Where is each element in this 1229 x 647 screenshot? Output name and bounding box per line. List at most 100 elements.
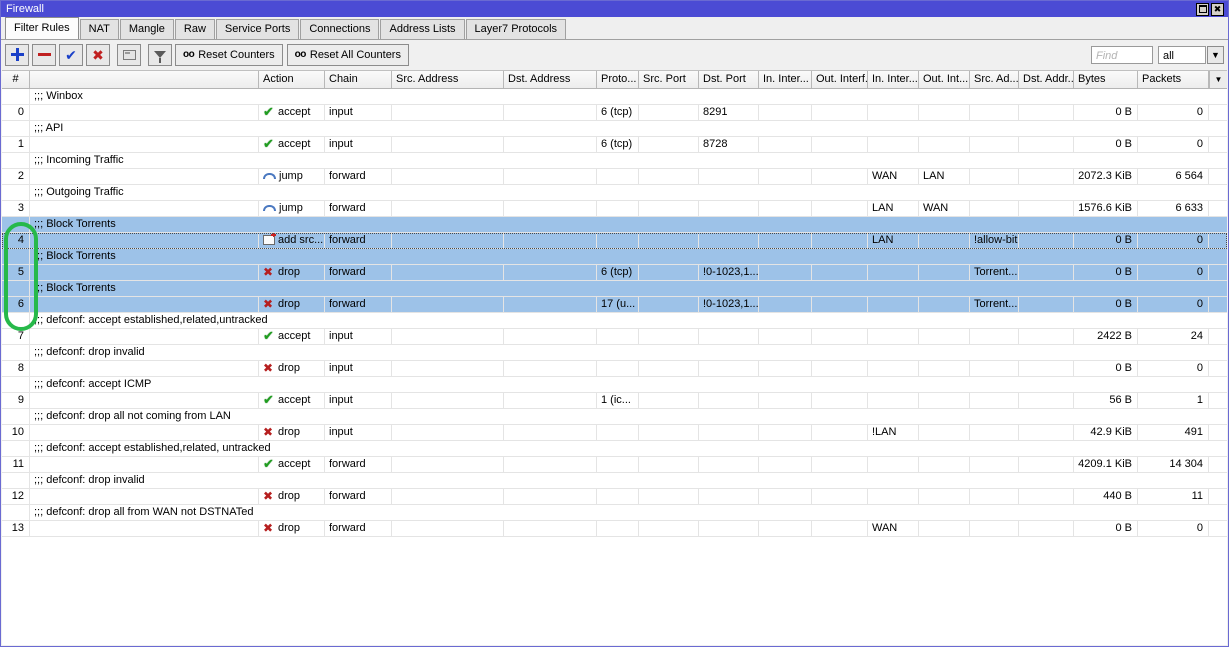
cell-srcport <box>639 329 699 344</box>
column-header-chain[interactable]: Chain <box>325 71 392 88</box>
cell-action: drop <box>259 489 325 504</box>
tab-filter-rules[interactable]: Filter Rules <box>5 17 79 39</box>
table-row[interactable]: 9 accept input 1 (ic... 56 B1 <box>2 393 1227 409</box>
comment-button[interactable] <box>117 43 141 66</box>
action-label: add src... <box>278 234 324 246</box>
accept-icon <box>263 106 275 118</box>
cell-bytes: 0 B <box>1074 105 1138 120</box>
cell-inint <box>759 297 812 312</box>
close-button[interactable]: ✖ <box>1211 2 1224 16</box>
table-row[interactable]: 13 drop forward WAN 0 B0 <box>2 521 1227 537</box>
table-row[interactable]: 5 drop forward 6 (tcp) !0-1023,1... Torrent..… <box>2 265 1227 281</box>
comment-row[interactable]: ;;; Incoming Traffic <box>2 153 1227 169</box>
comment-row[interactable]: ;;; API <box>2 121 1227 137</box>
tab-raw[interactable]: Raw <box>174 19 215 39</box>
column-header-dstadlist[interactable]: Dst. Addr... <box>1019 71 1074 88</box>
cell-num: 11 <box>2 457 30 472</box>
table-row[interactable]: 2 jump forward WAN LAN 2072.3 KiB 6 564 <box>2 169 1227 185</box>
column-header-comment[interactable] <box>30 71 259 88</box>
cell-dstaddr <box>504 457 597 472</box>
table-row[interactable]: 12 drop forward 440 B11 <box>2 489 1227 505</box>
cell-outint <box>812 361 868 376</box>
cell-srcaddr <box>392 105 504 120</box>
remove-button[interactable] <box>32 43 56 66</box>
cell-packets: 6 564 <box>1138 169 1209 184</box>
find-input[interactable]: Find <box>1091 45 1153 64</box>
table-row[interactable]: 11 accept forward 4209.1 KiB14 304 <box>2 457 1227 473</box>
table-row[interactable]: 1 accept input 6 (tcp) 8728 0 B0 <box>2 137 1227 153</box>
table-row[interactable]: 6 drop forward 17 (u... !0-1023,1... Torrent.… <box>2 297 1227 313</box>
column-header-proto[interactable]: Proto... <box>597 71 639 88</box>
add-button[interactable] <box>5 43 29 66</box>
table-row[interactable]: 10 drop input !LAN 42.9 KiB491 <box>2 425 1227 441</box>
cell-bytes: 0 B <box>1074 137 1138 152</box>
column-header-action[interactable]: Action <box>259 71 325 88</box>
comment-row[interactable]: ;;; defconf: drop all not coming from LA… <box>2 409 1227 425</box>
cell-comment <box>30 265 259 280</box>
column-header-dstaddr[interactable]: Dst. Address <box>504 71 597 88</box>
column-header-srcport[interactable]: Src. Port <box>639 71 699 88</box>
cell-action: accept <box>259 137 325 152</box>
cell-dstaddr <box>504 233 597 248</box>
cell-dstport: !0-1023,1... <box>699 297 759 312</box>
cell-packets: 0 <box>1138 137 1209 152</box>
cell-bytes: 4209.1 KiB <box>1074 457 1138 472</box>
table-row[interactable]: 8 drop input 0 B0 <box>2 361 1227 377</box>
column-header-inint[interactable]: In. Inter... <box>759 71 812 88</box>
drop-icon <box>263 522 275 534</box>
cell-comment <box>30 233 259 248</box>
comment-row[interactable]: ;;; defconf: accept ICMP <box>2 377 1227 393</box>
enable-button[interactable]: ✔ <box>59 43 83 66</box>
comment-row[interactable]: ;;; defconf: drop invalid <box>2 473 1227 489</box>
cell-packets: 0 <box>1138 105 1209 120</box>
tab-address-lists[interactable]: Address Lists <box>380 19 465 39</box>
tab-mangle[interactable]: Mangle <box>119 19 174 39</box>
comment-row[interactable]: ;;; defconf: drop all from WAN not DSTNA… <box>2 505 1227 521</box>
tab-connections[interactable]: Connections <box>300 19 380 39</box>
column-header-srcaddr[interactable]: Src. Address <box>392 71 504 88</box>
comment-row[interactable]: ;;; Block Torrents <box>2 281 1227 297</box>
comment-row[interactable]: ;;; Block Torrents <box>2 249 1227 265</box>
restore-button[interactable] <box>1196 2 1209 16</box>
cell-srcport <box>639 457 699 472</box>
table-row[interactable]: 7 accept input 2422 B24 <box>2 329 1227 345</box>
cell-srcport <box>639 265 699 280</box>
column-header-num[interactable]: # <box>2 71 30 88</box>
action-label: drop <box>278 426 301 438</box>
column-header-srcadlist[interactable]: Src. Ad... <box>970 71 1019 88</box>
reset-counters-button[interactable]: oo Reset Counters <box>175 43 283 66</box>
tab-layer7-protocols[interactable]: Layer7 Protocols <box>465 19 567 39</box>
column-header-outintlist[interactable]: Out. Int... <box>919 71 970 88</box>
filter-select-value[interactable]: all <box>1158 45 1206 64</box>
column-header-dstport[interactable]: Dst. Port <box>699 71 759 88</box>
cell-dstport <box>699 489 759 504</box>
comment-row[interactable]: ;;; Winbox <box>2 89 1227 105</box>
column-chooser-button[interactable]: ▼ <box>1209 71 1227 88</box>
funnel-icon <box>154 51 166 63</box>
comment-row[interactable]: ;;; Outgoing Traffic <box>2 185 1227 201</box>
comment-row[interactable]: ;;; defconf: accept established,related,… <box>2 313 1227 329</box>
window-controls: ✖ <box>1196 2 1226 16</box>
tab-service-ports[interactable]: Service Ports <box>215 19 300 39</box>
cell-dstaddr <box>504 329 597 344</box>
table-row[interactable]: 3 jump forward LAN WAN 1576.6 KiB 6 633 <box>2 201 1227 217</box>
comment-row[interactable]: ;;; defconf: accept established,related,… <box>2 441 1227 457</box>
filter-button[interactable] <box>148 43 172 66</box>
cell-chain: forward <box>325 297 392 312</box>
column-header-inintlist[interactable]: In. Inter... <box>868 71 919 88</box>
tab-nat[interactable]: NAT <box>79 19 119 39</box>
comment-row[interactable]: ;;; defconf: drop invalid <box>2 345 1227 361</box>
table-row[interactable]: 4 add src... forward LAN !allow-bit 0 B0 <box>2 233 1227 249</box>
filter-select-arrow[interactable]: ▼ <box>1207 45 1224 64</box>
accept-icon <box>263 330 275 342</box>
reset-all-counters-button[interactable]: oo Reset All Counters <box>286 43 409 66</box>
column-header-bytes[interactable]: Bytes <box>1074 71 1138 88</box>
cell-srcport <box>639 361 699 376</box>
table-row[interactable]: 0acceptinput6 (tcp)82910 B0 <box>2 105 1227 121</box>
action-label: drop <box>278 522 301 534</box>
column-header-packets[interactable]: Packets <box>1138 71 1209 88</box>
column-header-outint[interactable]: Out. Interf... <box>812 71 868 88</box>
comment-row[interactable]: ;;; Block Torrents <box>2 217 1227 233</box>
disable-button[interactable]: ✖ <box>86 43 110 66</box>
table-header: # Action Chain Src. Address Dst. Address Prot… <box>2 71 1227 89</box>
